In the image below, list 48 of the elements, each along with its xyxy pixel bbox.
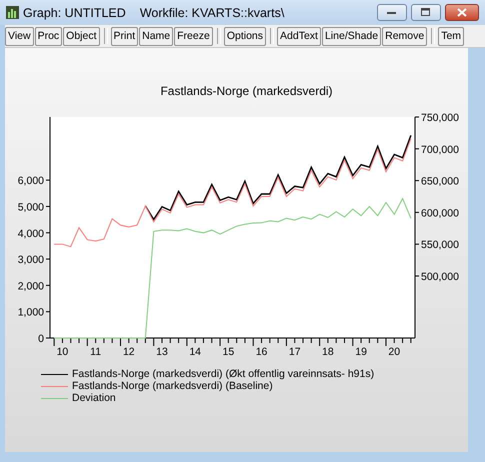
toolbar-button[interactable]: AddText [277, 26, 321, 46]
axis-tick-label: 0 [38, 333, 44, 345]
axis-tick-label: 650,000 [421, 176, 459, 188]
axis-tick-label: 13 [156, 346, 168, 356]
axis-tick-label: 4,000 [18, 228, 44, 240]
toolbar-button[interactable]: Tem [438, 26, 464, 46]
maximize-button[interactable] [411, 4, 441, 21]
toolbar-button[interactable]: Line/Shade [322, 26, 382, 46]
axis-tick-label: 12 [122, 346, 135, 356]
close-icon [457, 8, 467, 17]
toolbar-button[interactable]: Object [63, 26, 100, 46]
chart-title: Fastlands-Norge (markedsverdi) [160, 84, 333, 98]
window-title: Graph: UNTITLED [23, 6, 126, 20]
workfile-label: Workfile: KVARTS::kvarts\ [140, 6, 284, 20]
axis-tick-label: 16 [256, 346, 268, 356]
axis-tick-label: 14 [189, 346, 202, 356]
axis-tick-label: 18 [322, 346, 334, 356]
toolbar-button[interactable]: Options [224, 26, 266, 46]
minimize-icon [387, 10, 397, 14]
axis-tick-label: 550,000 [421, 239, 459, 252]
axis-tick-label: 6,000 [18, 175, 44, 188]
axis-tick-label: 700,000 [421, 144, 459, 156]
axis-tick-label: 1,000 [18, 306, 44, 319]
legend-label: Fastlands-Norge (markedsverdi) (Økt offentlig vareinnsats- h91s) [72, 368, 374, 380]
axis-tick-label: 10 [56, 346, 68, 356]
toolbar-button[interactable]: Remove [382, 26, 428, 46]
minimize-button[interactable] [377, 4, 407, 21]
axis-tick-label: 750,000 [421, 112, 459, 124]
toolbar-button[interactable]: Print [110, 26, 138, 46]
axis-tick-label: 11 [90, 346, 102, 356]
axis-tick-label: 17 [288, 346, 301, 356]
close-button[interactable] [445, 4, 479, 21]
toolbar-button[interactable]: Name [139, 26, 174, 46]
axis-tick-label: 500,000 [421, 271, 459, 283]
graph-icon [6, 6, 19, 19]
axis-tick-label: 2,000 [18, 280, 44, 292]
axis-tick-label: 20 [388, 346, 400, 356]
legend-label: Deviation [72, 392, 116, 404]
axis-tick-label: 5,000 [18, 201, 44, 214]
axis-tick-label: 3,000 [18, 254, 44, 266]
axis-tick-label: 600,000 [421, 207, 459, 220]
axis-tick-label: 19 [355, 346, 367, 356]
toolbar-button[interactable]: Proc [34, 26, 62, 46]
legend-label: Fastlands-Norge (markedsverdi) (Baseline) [72, 380, 273, 392]
axis-tick-label: 15 [222, 346, 234, 356]
toolbar-button[interactable]: View [5, 26, 34, 46]
toolbar-button[interactable]: Freeze [174, 26, 213, 46]
maximize-icon [421, 8, 431, 17]
